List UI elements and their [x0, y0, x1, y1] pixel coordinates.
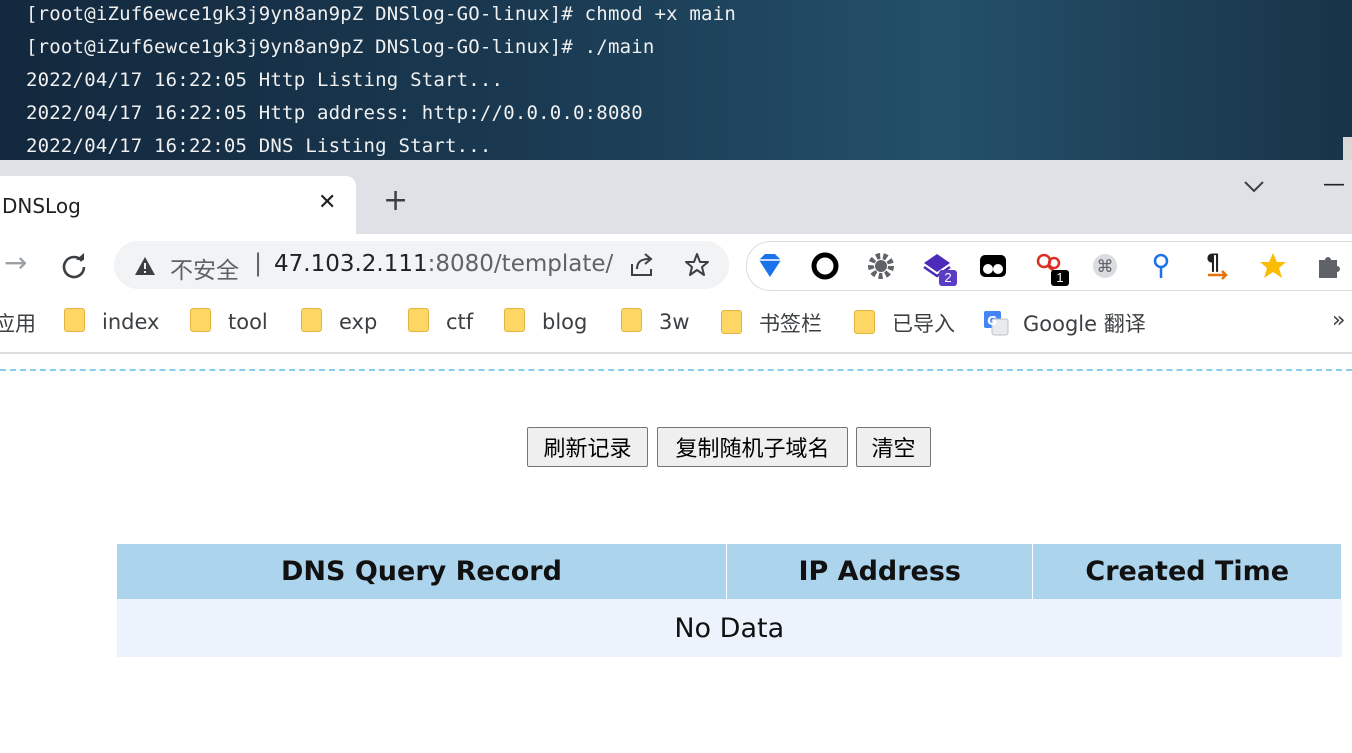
- clear-button[interactable]: 清空: [856, 427, 931, 467]
- url-path: :8080/template/: [427, 251, 614, 277]
- bookmark-folder[interactable]: index: [64, 308, 159, 338]
- tab-dnslog[interactable]: DNSLog ✕: [0, 176, 356, 234]
- bookmarks-overflow-button[interactable]: »: [1332, 308, 1345, 333]
- puzzle-extension-icon[interactable]: [1314, 251, 1344, 281]
- url-separator: |: [254, 249, 263, 277]
- folder-icon: [504, 308, 525, 332]
- bookmark-label: ctf: [446, 310, 474, 334]
- bookmark-folder[interactable]: 书签栏: [721, 308, 822, 338]
- svg-text:G: G: [987, 314, 997, 328]
- url-host: 47.103.2.111: [274, 251, 428, 277]
- bookmark-google-translate[interactable]: G Google 翻译: [983, 308, 1146, 338]
- bookmark-folder[interactable]: tool: [190, 308, 268, 338]
- terminal-scrollbar[interactable]: [1343, 137, 1352, 160]
- table-header-row: DNS Query Record IP Address Created Time: [117, 544, 1342, 599]
- ext-shape-0: [759, 254, 781, 277]
- bookmark-star-icon[interactable]: [684, 252, 710, 282]
- paragraph-extension-icon[interactable]: ¶: [1202, 251, 1232, 281]
- reload-icon[interactable]: [60, 252, 88, 284]
- star-extension-icon[interactable]: [1258, 251, 1288, 281]
- circle-extension-icon[interactable]: [810, 251, 840, 281]
- bookmark-label: 已导入: [892, 312, 955, 336]
- warning-icon[interactable]: [134, 256, 156, 280]
- terminal-line: 2022/04/17 16:22:05 Http address: http:/…: [26, 102, 643, 124]
- svg-text:¶: ¶: [1206, 251, 1220, 276]
- bookmark-folder[interactable]: blog: [504, 308, 587, 338]
- folder-icon: [408, 308, 429, 332]
- browser-toolbar: → 不安全 | 47.103.2.111:8080/template/ 2 1 …: [0, 234, 1352, 298]
- bookmark-folder[interactable]: 已导入: [854, 308, 955, 338]
- folder-icon: [854, 310, 875, 334]
- new-tab-button[interactable]: +: [383, 186, 408, 216]
- bookmark-label: exp: [339, 310, 378, 334]
- bookmark-folder[interactable]: ctf: [408, 308, 473, 338]
- minimize-button[interactable]: —: [1323, 172, 1345, 197]
- command-extension-icon[interactable]: ⌘: [1090, 251, 1120, 281]
- chevron-down-icon[interactable]: [1244, 178, 1264, 197]
- bookmark-label: 3w: [659, 310, 690, 334]
- diamond-extension-icon[interactable]: [755, 251, 785, 281]
- forward-button[interactable]: →: [4, 248, 27, 278]
- table-row: No Data: [117, 599, 1342, 657]
- tab-title: DNSLog: [2, 194, 81, 218]
- dashed-divider: [0, 369, 1352, 371]
- terminal-window: [root@iZuf6ewce1gk3j9yn8an9pZ DNSlog-GO-…: [0, 0, 1352, 160]
- page-content: 刷新记录 复制随机子域名 清空 DNS Query Record IP Addr…: [0, 354, 1352, 753]
- bookmark-label: tool: [228, 310, 268, 334]
- bookmark-folder[interactable]: exp: [301, 308, 377, 338]
- terminal-line: 2022/04/17 16:22:05 Http Listing Start..…: [26, 69, 504, 91]
- terminal-line: [root@iZuf6ewce1gk3j9yn8an9pZ DNSlog-GO-…: [26, 3, 736, 25]
- extension-badge: 2: [939, 270, 957, 286]
- folder-icon: [621, 308, 642, 332]
- empty-state-text: No Data: [117, 599, 1342, 657]
- bookmark-label: index: [102, 310, 160, 334]
- bookmark-label: 书签栏: [759, 312, 822, 336]
- svg-text:⌘: ⌘: [1097, 257, 1114, 277]
- column-header-ip-address: IP Address: [726, 544, 1034, 599]
- bookmarks-bar: 应用 index tool exp ctf blog 3w 书签栏 已导入 GG…: [0, 298, 1352, 354]
- bookmark-folder[interactable]: 3w: [621, 308, 690, 338]
- keys-extension-icon[interactable]: 1: [1034, 251, 1069, 286]
- google-translate-icon: G: [984, 311, 1009, 336]
- dns-record-table: DNS Query Record IP Address Created Time…: [117, 544, 1342, 657]
- bookmark-apps[interactable]: 应用: [0, 308, 36, 338]
- gear-extension-icon[interactable]: [866, 251, 896, 281]
- share-icon[interactable]: [629, 252, 655, 282]
- terminal-line: [root@iZuf6ewce1gk3j9yn8an9pZ DNSlog-GO-…: [26, 36, 655, 58]
- address-bar[interactable]: 不安全 | 47.103.2.111:8080/template/: [114, 241, 729, 289]
- copy-subdomain-button[interactable]: 复制随机子域名: [657, 427, 848, 467]
- refresh-records-button[interactable]: 刷新记录: [527, 427, 648, 467]
- pin-extension-icon[interactable]: [1146, 251, 1176, 281]
- folder-icon: [721, 310, 742, 334]
- extension-badge: 1: [1051, 270, 1069, 286]
- tampermonkey-extension-icon[interactable]: [978, 251, 1008, 281]
- folder-icon: [190, 308, 211, 332]
- layers-extension-icon[interactable]: 2: [922, 251, 957, 286]
- column-header-created-time: Created Time: [1032, 544, 1342, 599]
- bookmark-label: Google 翻译: [1023, 312, 1146, 336]
- folder-icon: [64, 308, 85, 332]
- bookmark-label: blog: [542, 310, 588, 334]
- column-header-dns-query: DNS Query Record: [117, 544, 727, 599]
- folder-icon: [301, 308, 322, 332]
- tab-close-icon[interactable]: ✕: [318, 190, 336, 215]
- terminal-line: 2022/04/17 16:22:05 DNS Listing Start...: [26, 135, 492, 157]
- extensions-area: 2 1 ⌘ ¶: [746, 241, 1352, 291]
- tab-strip: DNSLog ✕ + —: [0, 160, 1352, 234]
- url-text[interactable]: 47.103.2.111:8080/template/: [274, 251, 613, 277]
- security-label[interactable]: 不安全: [170, 251, 239, 285]
